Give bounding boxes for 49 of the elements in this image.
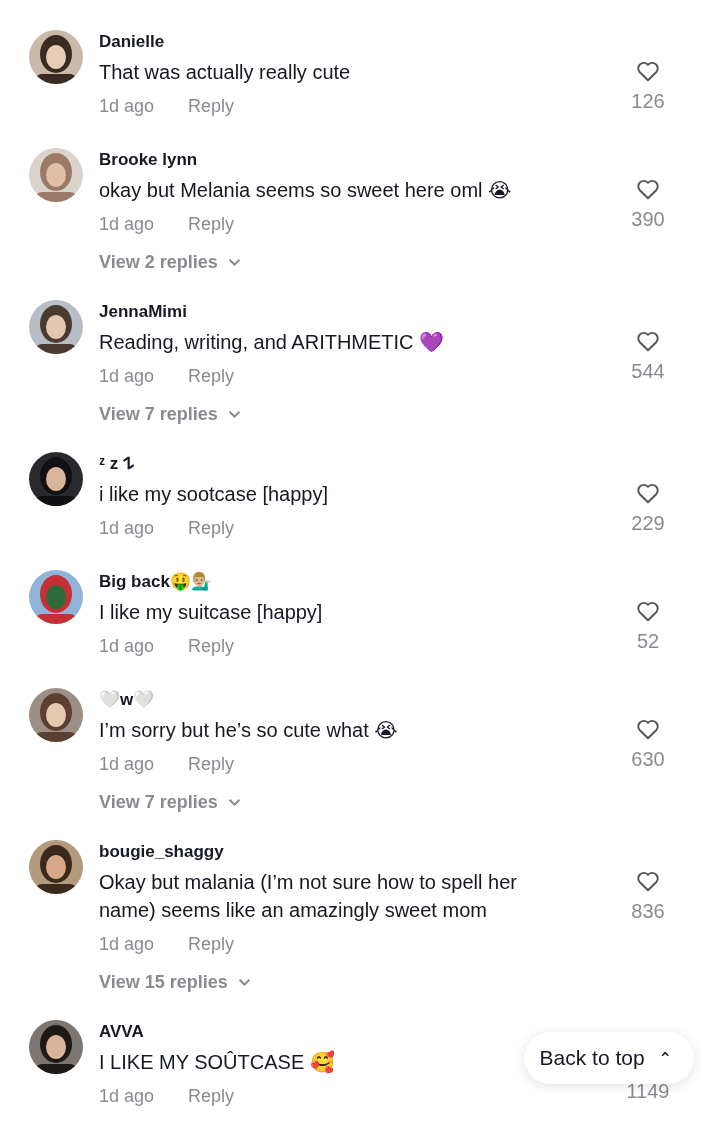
comment-text: okay but Melania seems so sweet here oml 😭 <box>99 178 512 203</box>
username[interactable]: bougie_shaggy <box>99 840 224 864</box>
comment-text: That was actually really cute <box>99 60 351 85</box>
timestamp: 1d ago <box>99 517 155 540</box>
reply-button[interactable]: Reply <box>188 927 235 961</box>
back-to-top-button[interactable]: Back to top ⌃ <box>523 1032 694 1084</box>
view-replies-button[interactable]: View 7 replies <box>99 396 241 432</box>
reply-button[interactable]: Reply <box>188 1079 235 1113</box>
double-chevron-up-icon: ⌃ <box>658 1048 672 1068</box>
username[interactable]: 🤍w🤍 <box>99 688 155 712</box>
timestamp: 1d ago <box>99 1085 155 1108</box>
comment-text: I LIKE MY SOÛTCASE 🥰 <box>99 1049 335 1075</box>
like-count: 630 <box>631 747 665 772</box>
reply-button[interactable]: Reply <box>188 89 235 123</box>
timestamp: 1d ago <box>99 95 155 118</box>
timestamp: 1d ago <box>99 933 155 956</box>
comment-text: Okay but malania (I’m not sure how to spell her name) seems like an amazingly sweet mom <box>99 870 518 923</box>
reply-button[interactable]: Reply <box>188 629 235 663</box>
reply-button[interactable]: Reply <box>188 207 235 241</box>
comment-text: I’m sorry but he’s so cute what 😭 <box>99 718 398 743</box>
like-count: 229 <box>631 511 665 536</box>
comment-text: Reading, writing, and ARITHMETIC 💜 <box>99 330 445 355</box>
view-replies-button[interactable]: View 7 replies <box>99 784 241 820</box>
timestamp: 1d ago <box>99 635 155 658</box>
like-count: 126 <box>631 89 665 114</box>
timestamp: 1d ago <box>99 753 155 776</box>
username[interactable]: Brooke lynn <box>99 148 198 172</box>
username[interactable]: AVVA <box>99 1020 144 1044</box>
chevron-down-icon <box>237 977 251 987</box>
username[interactable]: Danielle <box>99 30 165 54</box>
like-count: 836 <box>631 899 665 924</box>
timestamp: 1d ago <box>99 213 155 236</box>
comment-text: I like my suitcase [happy] <box>99 600 323 625</box>
chevron-down-icon <box>227 409 241 419</box>
timestamp: 1d ago <box>99 365 155 388</box>
reply-button[interactable]: Reply <box>188 359 235 393</box>
username[interactable]: Big back🤑💁🏼‍♂ <box>99 570 212 594</box>
reply-button[interactable]: Reply <box>188 511 235 545</box>
view-replies-button[interactable]: View 2 replies <box>99 244 241 280</box>
username[interactable]: JennaMimi <box>99 300 187 324</box>
username[interactable]: ᶻ z 𐰁 <box>99 452 135 476</box>
chevron-down-icon <box>227 257 241 267</box>
like-count: 544 <box>631 359 665 384</box>
chevron-down-icon <box>227 797 241 807</box>
like-count: 52 <box>636 629 660 654</box>
reply-button[interactable]: Reply <box>188 747 235 781</box>
like-count: 390 <box>631 207 665 232</box>
view-replies-button[interactable]: View 15 replies <box>99 964 251 1000</box>
comment-text: i like my sootcase [happy] <box>99 482 328 507</box>
